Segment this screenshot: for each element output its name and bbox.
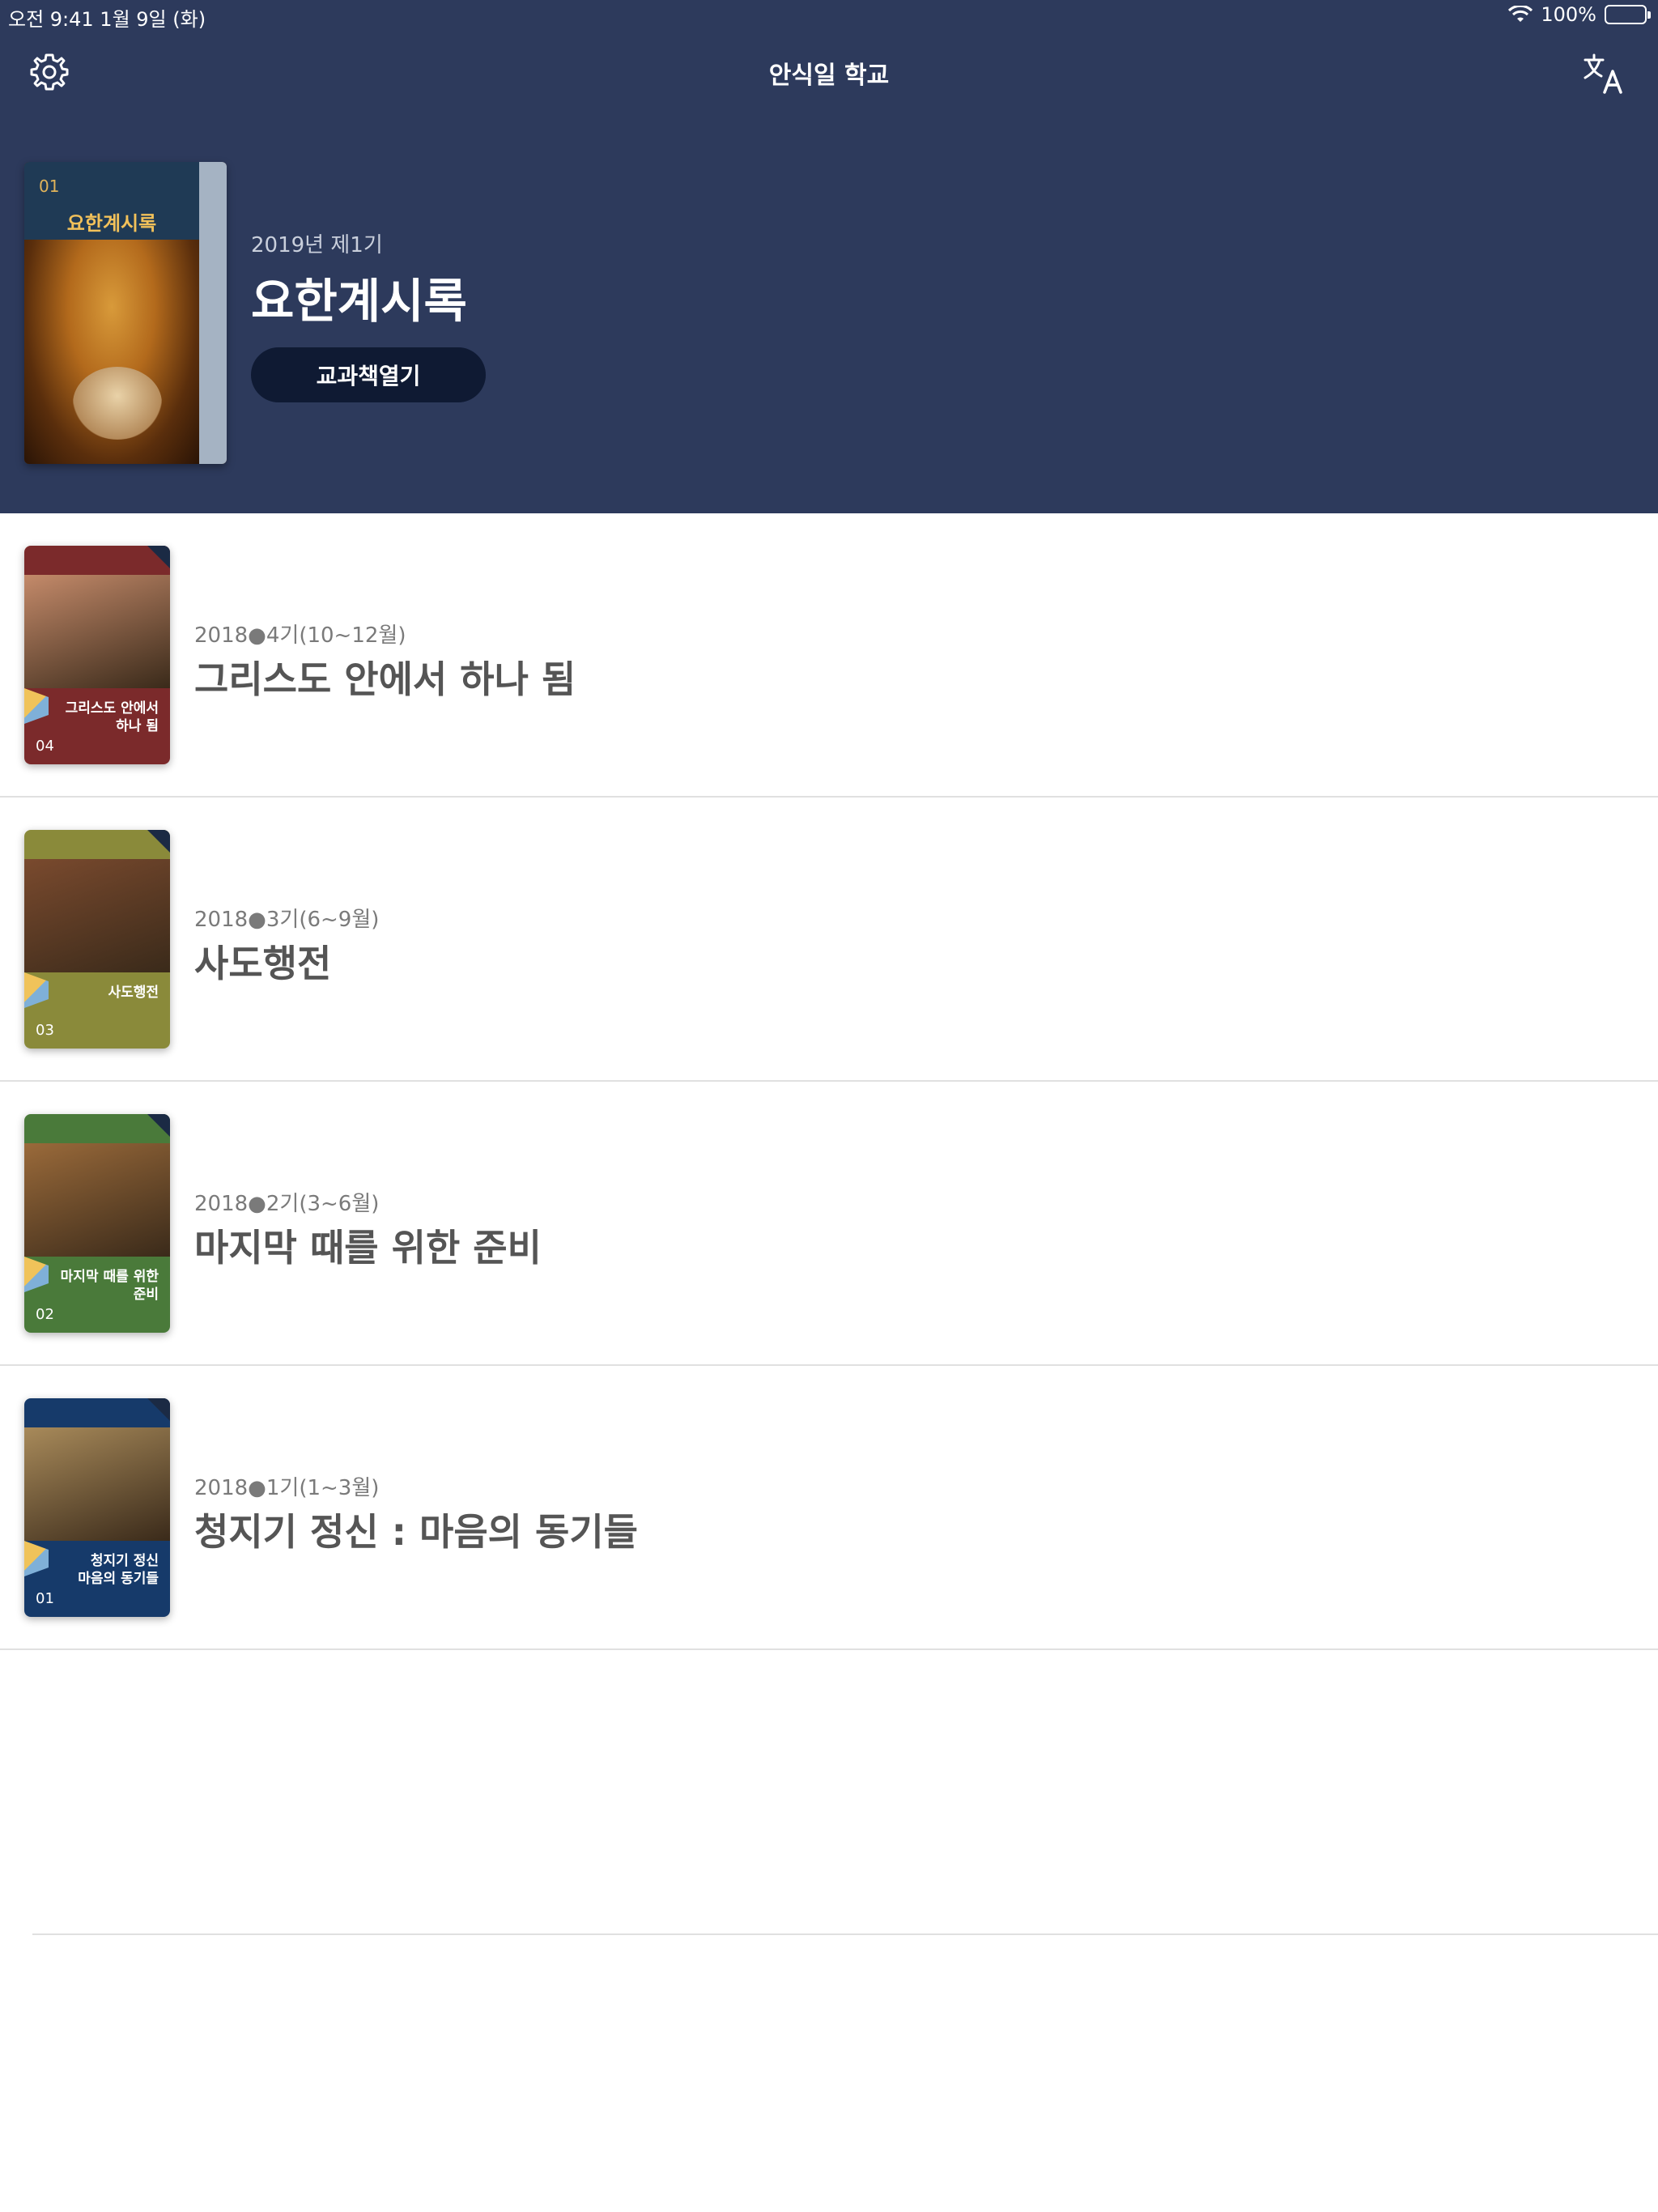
- lesson-cover-image: 청지기 정신 마음의 동기들 01: [24, 1398, 170, 1617]
- lesson-title: 사도행전: [194, 942, 332, 985]
- cover-photo: [24, 1427, 170, 1541]
- featured-cover-image[interactable]: 01 요한계시록: [24, 162, 227, 464]
- nav-title: 안식일 학교: [768, 62, 890, 90]
- cover-title-line2: 마음의 동기들: [78, 1571, 159, 1587]
- cover-title-line1: 마지막 때를 위한: [60, 1269, 159, 1285]
- cover-corner: [147, 546, 170, 568]
- cover-title: 그리스도 안에서 하나 됨: [66, 700, 159, 735]
- cover-number: 01: [36, 1590, 54, 1607]
- cover-corner: [147, 830, 170, 853]
- cover-title: 청지기 정신 마음의 동기들: [78, 1552, 159, 1588]
- battery-icon: [1605, 5, 1651, 24]
- battery-percent: 100%: [1541, 3, 1596, 26]
- lesson-info: 2018●2기(3~6월) 마지막 때를 위한 준비: [194, 1187, 542, 1272]
- lesson-cover-image: 그리스도 안에서 하나 됨 04: [24, 546, 170, 764]
- cover-title-line2: 준비: [133, 1287, 159, 1303]
- lesson-title: 청지기 정신 : 마음의 동기들: [194, 1510, 638, 1554]
- lesson-cover-image: 마지막 때를 위한 준비 02: [24, 1114, 170, 1333]
- wifi-icon: [1508, 6, 1533, 22]
- featured-title: 요한계시록: [251, 274, 467, 329]
- lesson-quarter: 2018●2기(3~6월): [194, 1192, 380, 1216]
- featured-cover-title: 요한계시록: [66, 212, 157, 235]
- cover-title-line1: 청지기 정신: [90, 1553, 159, 1569]
- lesson-quarter: 2018●1기(1~3월): [194, 1476, 380, 1500]
- list-item[interactable]: 마지막 때를 위한 준비 02 2018●2기(3~6월) 마지막 때를 위한 …: [0, 1082, 1658, 1366]
- list-item[interactable]: 사도행전 03 2018●3기(6~9월) 사도행전: [0, 798, 1658, 1082]
- lesson-title: 그리스도 안에서 하나 됨: [194, 657, 576, 701]
- lesson-cover-image: 사도행전 03: [24, 830, 170, 1049]
- status-right: 100%: [1508, 3, 1651, 26]
- featured-quarter: 2019년 제1기: [251, 233, 383, 257]
- translate-button[interactable]: [1582, 52, 1627, 97]
- cover-number: 04: [36, 738, 54, 755]
- cover-photo: [24, 575, 170, 688]
- featured-cover-number: 01: [39, 177, 60, 196]
- lesson-info: 2018●1기(1~3월) 청지기 정신 : 마음의 동기들: [194, 1471, 638, 1556]
- featured-cover-lamb: [73, 367, 162, 440]
- lesson-quarter: 2018●3기(6~9월): [194, 908, 380, 932]
- cover-title-line1: 그리스도 안에서: [65, 700, 159, 717]
- lesson-title: 마지막 때를 위한 준비: [194, 1226, 542, 1270]
- status-time-date: 오전 9:41 1월 9일 (화): [8, 8, 206, 31]
- translate-icon: [1584, 53, 1622, 94]
- list-item[interactable]: 그리스도 안에서 하나 됨 04 2018●4기(10~12월) 그리스도 안에…: [0, 513, 1658, 798]
- cover-photo: [24, 1143, 170, 1257]
- cover-title: 사도행전: [108, 984, 159, 1002]
- cover-photo: [24, 859, 170, 972]
- cover-title-line1: 사도행전: [108, 985, 159, 1001]
- cover-corner: [147, 1114, 170, 1137]
- lesson-quarter: 2018●4기(10~12월): [194, 623, 406, 648]
- lesson-info: 2018●3기(6~9월) 사도행전: [194, 903, 379, 988]
- cover-title: 마지막 때를 위한 준비: [61, 1268, 159, 1304]
- lesson-info: 2018●4기(10~12월) 그리스도 안에서 하나 됨: [194, 619, 576, 704]
- cover-title-line2: 하나 됨: [116, 718, 159, 734]
- status-bar: 오전 9:41 1월 9일 (화) 100%: [0, 0, 1658, 32]
- header: 오전 9:41 1월 9일 (화) 100% 안식일 학교 01 요한계시록 2…: [0, 0, 1658, 513]
- cover-number: 03: [36, 1022, 54, 1039]
- lesson-list: 그리스도 안에서 하나 됨 04 2018●4기(10~12월) 그리스도 안에…: [0, 513, 1658, 1650]
- cover-number: 02: [36, 1306, 54, 1323]
- featured-cover-spine: [199, 162, 227, 464]
- cover-corner: [147, 1398, 170, 1421]
- list-separator: [32, 1933, 1658, 1935]
- featured-info: 2019년 제1기 요한계시록 교과책열기: [251, 228, 486, 402]
- open-textbook-button[interactable]: 교과책열기: [251, 347, 486, 402]
- list-item[interactable]: 청지기 정신 마음의 동기들 01 2018●1기(1~3월) 청지기 정신 :…: [0, 1366, 1658, 1650]
